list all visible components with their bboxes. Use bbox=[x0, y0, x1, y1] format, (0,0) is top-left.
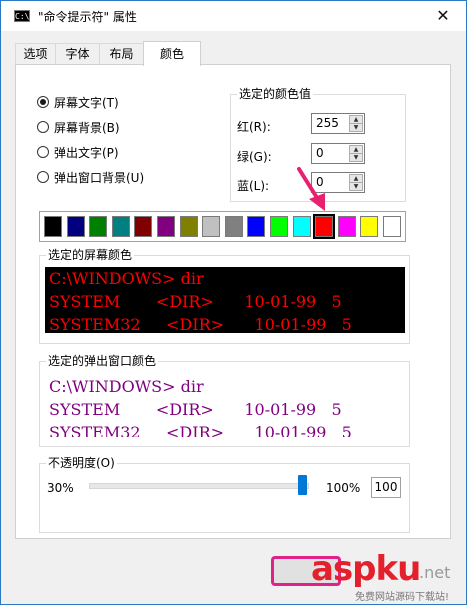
palette-swatch[interactable] bbox=[224, 216, 243, 237]
opacity-label: 不透明度(O) bbox=[46, 456, 117, 470]
palette-swatch[interactable] bbox=[313, 214, 336, 239]
palette-swatch[interactable] bbox=[292, 216, 311, 237]
cmd-icon: C:\ bbox=[14, 10, 30, 22]
palette-swatch[interactable] bbox=[89, 216, 108, 237]
radio-screen-text-indicator[interactable] bbox=[37, 96, 49, 108]
properties-window: C:\ "命令提示符" 属性 ✕ 选项 字体 布局 颜色 屏幕文字(T) 屏幕背… bbox=[0, 0, 467, 605]
palette-swatch[interactable] bbox=[202, 216, 221, 237]
red-stepper[interactable]: 255 ▲ ▼ bbox=[311, 113, 365, 134]
screen-colors-label: 选定的屏幕颜色 bbox=[46, 248, 135, 262]
watermark-subtitle: 免费网站源码下载站! bbox=[355, 592, 450, 603]
radio-popup-text[interactable]: 弹出文字(P) bbox=[37, 143, 119, 161]
radio-screen-text[interactable]: 屏幕文字(T) bbox=[37, 93, 119, 111]
screen-preview-line: SYSTEM <DIR> 10-01-99 5 bbox=[49, 292, 342, 311]
radio-popup-background-label: 弹出窗口背景(U) bbox=[54, 170, 145, 185]
opacity-min-label: 30% bbox=[47, 481, 74, 495]
title-bar[interactable]: C:\ "命令提示符" 属性 ✕ bbox=[1, 1, 466, 31]
close-icon: ✕ bbox=[436, 6, 450, 25]
radio-screen-text-label: 屏幕文字(T) bbox=[54, 95, 119, 110]
green-down-icon[interactable]: ▼ bbox=[349, 153, 363, 162]
pointer-arrow-icon bbox=[297, 167, 325, 211]
palette-swatch[interactable] bbox=[337, 216, 356, 237]
watermark-suffix: .net bbox=[419, 563, 451, 582]
opacity-slider-thumb[interactable] bbox=[298, 475, 307, 495]
opacity-value-field[interactable]: 100 bbox=[371, 477, 401, 498]
radio-screen-background-indicator[interactable] bbox=[37, 121, 49, 133]
tab-layout[interactable]: 布局 bbox=[99, 43, 144, 64]
opacity-slider-track[interactable] bbox=[89, 483, 309, 489]
watermark: aspku .net 免费网站源码下载站! bbox=[301, 549, 461, 604]
tab-options[interactable]: 选项 bbox=[15, 43, 56, 64]
color-palette bbox=[39, 211, 406, 242]
radio-screen-background[interactable]: 屏幕背景(B) bbox=[37, 118, 120, 136]
radio-popup-text-label: 弹出文字(P) bbox=[54, 145, 119, 160]
blue-down-icon[interactable]: ▼ bbox=[349, 182, 363, 191]
popup-colors-label: 选定的弹出窗口颜色 bbox=[46, 354, 159, 368]
close-button[interactable]: ✕ bbox=[420, 1, 466, 31]
blue-label: 蓝(L): bbox=[237, 179, 270, 193]
tab-colors[interactable]: 颜色 bbox=[143, 41, 201, 66]
palette-swatch[interactable] bbox=[383, 216, 401, 237]
screen-colors-preview: C:\WINDOWS> dir SYSTEM <DIR> 10-01-99 5 … bbox=[45, 267, 405, 333]
window-title: "命令提示符" 属性 bbox=[38, 10, 137, 24]
radio-screen-background-label: 屏幕背景(B) bbox=[54, 120, 120, 135]
popup-preview-line: C:\WINDOWS> dir bbox=[49, 377, 204, 396]
palette-swatch[interactable] bbox=[111, 216, 130, 237]
radio-popup-background[interactable]: 弹出窗口背景(U) bbox=[37, 168, 144, 186]
selected-color-values-label: 选定的颜色值 bbox=[237, 87, 314, 101]
palette-swatch[interactable] bbox=[270, 216, 288, 237]
red-label: 红(R): bbox=[237, 120, 271, 134]
radio-popup-background-indicator[interactable] bbox=[37, 171, 49, 183]
watermark-logo: aspku bbox=[311, 549, 421, 589]
palette-swatch[interactable] bbox=[179, 216, 198, 237]
screen-preview-line: C:\WINDOWS> dir bbox=[49, 269, 204, 288]
opacity-max-label: 100% bbox=[326, 481, 361, 495]
popup-preview-line: SYSTEM <DIR> 10-01-99 5 bbox=[49, 400, 342, 419]
radio-popup-text-indicator[interactable] bbox=[37, 146, 49, 158]
popup-colors-preview: C:\WINDOWS> dir SYSTEM <DIR> 10-01-99 5 … bbox=[45, 375, 405, 437]
opacity-group: 不透明度(O) bbox=[39, 456, 410, 533]
green-value[interactable]: 0 bbox=[316, 146, 324, 160]
palette-swatch[interactable] bbox=[247, 216, 266, 237]
tab-font[interactable]: 字体 bbox=[55, 43, 100, 64]
palette-swatch[interactable] bbox=[157, 216, 175, 237]
palette-swatch[interactable] bbox=[360, 216, 379, 237]
green-stepper[interactable]: 0 ▲ ▼ bbox=[311, 143, 365, 164]
red-value[interactable]: 255 bbox=[316, 116, 339, 130]
red-down-icon[interactable]: ▼ bbox=[349, 123, 363, 132]
popup-preview-line: SYSTEM32 <DIR> 10-01-99 5 bbox=[49, 423, 352, 437]
palette-swatch[interactable] bbox=[66, 216, 85, 237]
screen-preview-line: SYSTEM32 <DIR> 10-01-99 5 bbox=[49, 315, 352, 333]
green-label: 绿(G): bbox=[237, 150, 272, 164]
palette-swatch[interactable] bbox=[134, 216, 153, 237]
palette-swatch[interactable] bbox=[44, 216, 62, 237]
